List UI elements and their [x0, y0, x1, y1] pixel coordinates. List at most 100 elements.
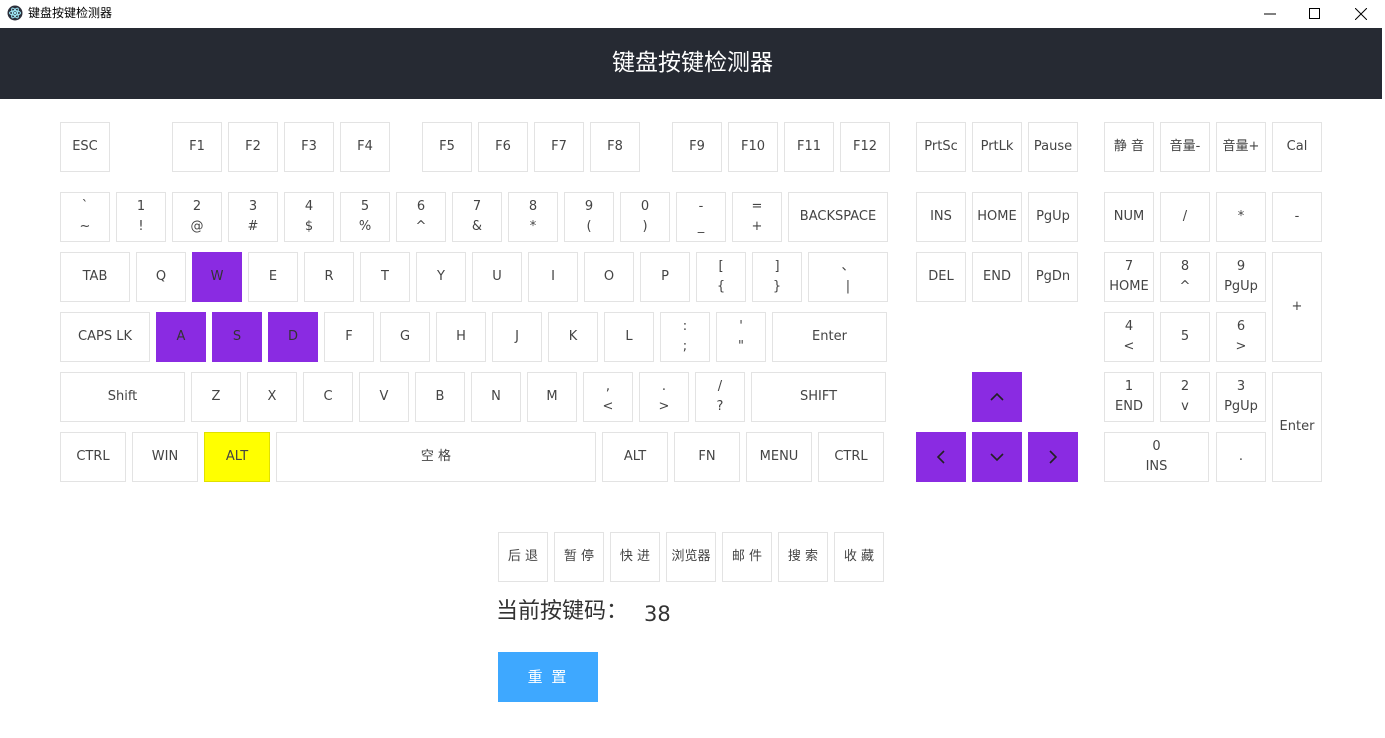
key-h[interactable]: H	[436, 312, 486, 362]
key-v[interactable]: V	[359, 372, 409, 422]
key-semicolon[interactable]: :;	[660, 312, 710, 362]
key-menu[interactable]: MENU	[746, 432, 812, 482]
key-digit7[interactable]: 7 &	[452, 192, 502, 242]
key-shift-left[interactable]: Shift	[60, 372, 185, 422]
key-media-forward[interactable]: 快 进	[610, 532, 660, 582]
key-digit2[interactable]: 2 @	[172, 192, 222, 242]
key-o[interactable]: O	[584, 252, 634, 302]
key-f7[interactable]: F7	[534, 122, 584, 172]
key-i[interactable]: I	[528, 252, 578, 302]
key-a[interactable]: A	[156, 312, 206, 362]
key-prtsc[interactable]: PrtSc	[916, 122, 966, 172]
key-arrow-down[interactable]	[972, 432, 1022, 482]
key-y[interactable]: Y	[416, 252, 466, 302]
key-z[interactable]: Z	[191, 372, 241, 422]
key-ctrl-left[interactable]: CTRL	[60, 432, 126, 482]
key-space[interactable]: 空 格	[276, 432, 596, 482]
key-num6[interactable]: 6 >	[1216, 312, 1266, 362]
key-numlock[interactable]: NUM	[1104, 192, 1154, 242]
key-mute[interactable]: 静 音	[1104, 122, 1154, 172]
key-f12[interactable]: F12	[840, 122, 890, 172]
key-minus[interactable]: - _	[676, 192, 726, 242]
key-bracket-right[interactable]: ]}	[752, 252, 802, 302]
key-m[interactable]: M	[527, 372, 577, 422]
key-pause[interactable]: Pause	[1028, 122, 1078, 172]
key-arrow-right[interactable]	[1028, 432, 1078, 482]
key-f11[interactable]: F11	[784, 122, 834, 172]
key-num-multiply[interactable]: *	[1216, 192, 1266, 242]
key-comma[interactable]: , <	[583, 372, 633, 422]
reset-button[interactable]: 重 置	[498, 652, 598, 702]
key-bracket-left[interactable]: [{	[696, 252, 746, 302]
key-win[interactable]: WIN	[132, 432, 198, 482]
key-r[interactable]: R	[304, 252, 354, 302]
close-button[interactable]	[1338, 0, 1384, 28]
key-vol-up[interactable]: 音量+	[1216, 122, 1266, 172]
key-num3[interactable]: 3 PgUp	[1216, 372, 1266, 422]
key-vol-down[interactable]: 音量-	[1160, 122, 1210, 172]
key-tab[interactable]: TAB	[60, 252, 130, 302]
key-f1[interactable]: F1	[172, 122, 222, 172]
key-num-divide[interactable]: /	[1160, 192, 1210, 242]
key-prtlk[interactable]: PrtLk	[972, 122, 1022, 172]
key-s[interactable]: S	[212, 312, 262, 362]
key-q[interactable]: Q	[136, 252, 186, 302]
key-slash[interactable]: /?	[695, 372, 745, 422]
key-ins[interactable]: INS	[916, 192, 966, 242]
key-w[interactable]: W	[192, 252, 242, 302]
key-num-subtract[interactable]: -	[1272, 192, 1322, 242]
minimize-button[interactable]	[1247, 0, 1293, 28]
key-digit1[interactable]: 1!	[116, 192, 166, 242]
key-end[interactable]: END	[972, 252, 1022, 302]
key-f5[interactable]: F5	[422, 122, 472, 172]
key-n[interactable]: N	[471, 372, 521, 422]
key-p[interactable]: P	[640, 252, 690, 302]
key-pgdn[interactable]: PgDn	[1028, 252, 1078, 302]
key-num4[interactable]: 4 <	[1104, 312, 1154, 362]
key-b[interactable]: B	[415, 372, 465, 422]
key-alt-left[interactable]: ALT	[204, 432, 270, 482]
key-shift-right[interactable]: SHIFT	[751, 372, 886, 422]
key-equal[interactable]: = +	[732, 192, 782, 242]
key-arrow-left[interactable]	[916, 432, 966, 482]
key-c[interactable]: C	[303, 372, 353, 422]
key-num-enter[interactable]: Enter	[1272, 372, 1322, 482]
key-pgup[interactable]: PgUp	[1028, 192, 1078, 242]
key-u[interactable]: U	[472, 252, 522, 302]
key-f3[interactable]: F3	[284, 122, 334, 172]
key-backspace[interactable]: BACKSPACE	[788, 192, 888, 242]
key-digit0[interactable]: 0)	[620, 192, 670, 242]
key-digit9[interactable]: 9(	[564, 192, 614, 242]
key-browser-back[interactable]: 后 退	[498, 532, 548, 582]
key-capslock[interactable]: CAPS LK	[60, 312, 150, 362]
key-period[interactable]: . >	[639, 372, 689, 422]
key-f9[interactable]: F9	[672, 122, 722, 172]
key-backslash[interactable]: 、 |	[808, 252, 888, 302]
key-f8[interactable]: F8	[590, 122, 640, 172]
key-alt-right[interactable]: ALT	[602, 432, 668, 482]
key-mail[interactable]: 邮 件	[722, 532, 772, 582]
key-x[interactable]: X	[247, 372, 297, 422]
key-digit8[interactable]: 8 *	[508, 192, 558, 242]
key-ctrl-right[interactable]: CTRL	[818, 432, 884, 482]
key-digit4[interactable]: 4 $	[284, 192, 334, 242]
key-digit5[interactable]: 5%	[340, 192, 390, 242]
key-num-add[interactable]: +	[1272, 252, 1322, 362]
key-fn[interactable]: FN	[674, 432, 740, 482]
key-j[interactable]: J	[492, 312, 542, 362]
key-quote[interactable]: ' "	[716, 312, 766, 362]
key-num1[interactable]: 1 END	[1104, 372, 1154, 422]
key-f10[interactable]: F10	[728, 122, 778, 172]
key-num0[interactable]: 0 INS	[1104, 432, 1209, 482]
key-d[interactable]: D	[268, 312, 318, 362]
key-t[interactable]: T	[360, 252, 410, 302]
key-num8[interactable]: 8 ^	[1160, 252, 1210, 302]
key-f2[interactable]: F2	[228, 122, 278, 172]
key-f[interactable]: F	[324, 312, 374, 362]
key-k[interactable]: K	[548, 312, 598, 362]
key-backtick[interactable]: ` ~	[60, 192, 110, 242]
key-enter[interactable]: Enter	[772, 312, 887, 362]
key-e[interactable]: E	[248, 252, 298, 302]
maximize-button[interactable]	[1292, 0, 1338, 28]
key-num5[interactable]: 5	[1160, 312, 1210, 362]
